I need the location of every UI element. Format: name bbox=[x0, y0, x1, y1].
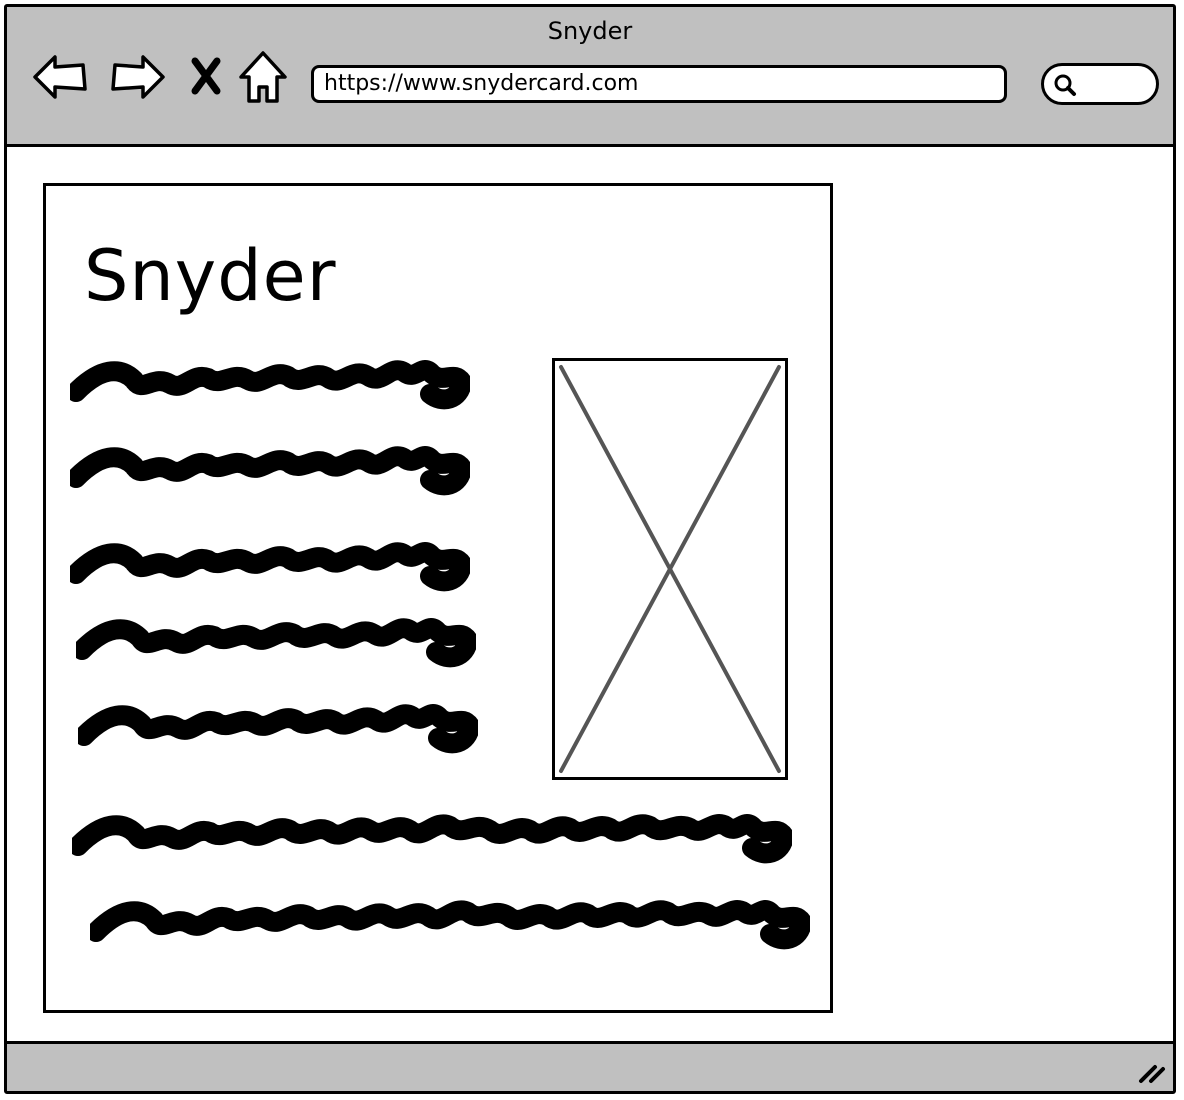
placeholder-text-line bbox=[70, 360, 470, 410]
resize-grip-icon[interactable] bbox=[1137, 1059, 1167, 1085]
back-arrow-icon[interactable] bbox=[31, 47, 91, 107]
home-icon[interactable] bbox=[233, 47, 293, 107]
image-placeholder bbox=[552, 358, 788, 780]
browser-titlebar: Snyder https://www.snydercard.com bbox=[7, 7, 1173, 147]
browser-statusbar bbox=[7, 1041, 1173, 1091]
window-title: Snyder bbox=[547, 17, 633, 45]
search-box[interactable] bbox=[1041, 63, 1159, 105]
search-icon bbox=[1054, 74, 1076, 96]
forward-arrow-icon[interactable] bbox=[107, 47, 167, 107]
content-card: Snyder bbox=[43, 183, 833, 1013]
placeholder-text-line bbox=[90, 900, 810, 950]
placeholder-text-line bbox=[72, 814, 792, 864]
image-placeholder-icon bbox=[559, 365, 781, 773]
close-icon[interactable] bbox=[177, 47, 237, 107]
placeholder-text-line bbox=[70, 542, 470, 592]
url-bar[interactable]: https://www.snydercard.com bbox=[311, 65, 1007, 103]
card-title: Snyder bbox=[84, 235, 337, 317]
placeholder-text-line bbox=[70, 446, 470, 496]
placeholder-text-line bbox=[78, 704, 478, 754]
placeholder-text-line bbox=[76, 618, 476, 668]
browser-window: Snyder https://www.snydercard.com Snyder bbox=[4, 4, 1176, 1094]
